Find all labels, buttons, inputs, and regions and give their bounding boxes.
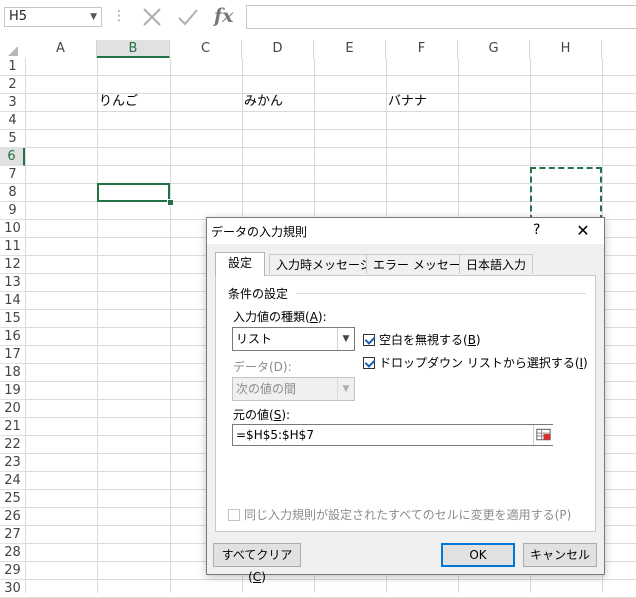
row-header-30[interactable]: 30 [0, 580, 25, 598]
row-header-10[interactable]: 10 [0, 220, 25, 238]
cell-b3[interactable]: りんご [99, 94, 138, 110]
name-box[interactable]: H5 ▼ [4, 7, 102, 27]
row-header-20[interactable]: 20 [0, 400, 25, 418]
cancel-icon[interactable] [139, 4, 165, 30]
in-cell-dropdown-checkbox[interactable]: ドロップダウン リストから選択する(I) [363, 354, 588, 371]
row-header-1[interactable]: 1 [0, 58, 25, 76]
row-header-19[interactable]: 19 [0, 382, 25, 400]
clear-all-button[interactable]: すべてクリア(C) [213, 543, 301, 584]
row-header-24[interactable]: 24 [0, 472, 25, 490]
range-select-icon[interactable] [533, 425, 553, 445]
row-header-25[interactable]: 25 [0, 490, 25, 508]
checkbox-checked-icon[interactable] [363, 357, 375, 369]
column-header-h[interactable]: H [530, 40, 602, 58]
checkbox-checked-icon[interactable] [363, 334, 375, 346]
apply-to-all-checkbox: 同じ入力規則が設定されたすべてのセルに変更を適用する(P) [228, 506, 571, 523]
row-header-9[interactable]: 9 [0, 202, 25, 220]
chevron-down-icon[interactable]: ▼ [90, 8, 97, 26]
row-header-14[interactable]: 14 [0, 292, 25, 310]
dialog-title: データの入力規則 [211, 225, 308, 239]
row-header-3[interactable]: 3 [0, 94, 25, 112]
column-header-f[interactable]: F [386, 40, 458, 58]
column-header-c[interactable]: C [170, 40, 242, 58]
row-header-6[interactable]: 6 [0, 148, 25, 166]
confirm-icon[interactable] [175, 4, 201, 30]
chevron-down-icon: ▼ [337, 378, 354, 400]
row-header-15[interactable]: 15 [0, 310, 25, 328]
close-button[interactable]: ✕ [569, 220, 597, 242]
row-header-27[interactable]: 27 [0, 526, 25, 544]
row-header-13[interactable]: 13 [0, 274, 25, 292]
dialog-titlebar[interactable]: データの入力規則 ? ✕ [207, 218, 604, 244]
copy-marquee-h5-h7 [530, 167, 602, 221]
name-box-value: H5 [9, 9, 28, 24]
cancel-button[interactable]: キャンセル [523, 543, 597, 567]
allow-label: 入力値の種類(A): [233, 310, 327, 324]
row-header-5[interactable]: 5 [0, 130, 25, 148]
row-header-23[interactable]: 23 [0, 454, 25, 472]
data-value: 次の値の間 [236, 382, 297, 396]
row-header-21[interactable]: 21 [0, 418, 25, 436]
row-header-18[interactable]: 18 [0, 364, 25, 382]
row-header-26[interactable]: 26 [0, 508, 25, 526]
row-header-28[interactable]: 28 [0, 544, 25, 562]
column-header-g[interactable]: G [458, 40, 530, 58]
tab-ime[interactable]: 日本語入力 [459, 254, 534, 274]
select-all-icon[interactable] [8, 46, 18, 56]
ok-button[interactable]: OK [441, 543, 515, 567]
row-header-17[interactable]: 17 [0, 346, 25, 364]
tab-settings[interactable]: 設定 [215, 252, 265, 276]
source-input[interactable]: =$H$5:$H$7 [232, 424, 553, 446]
row-header-11[interactable]: 11 [0, 238, 25, 256]
data-select: 次の値の間 ▼ [232, 377, 355, 401]
group-label: 条件の設定 [228, 287, 289, 301]
settings-panel: 条件の設定 入力値の種類(A): リスト ▼ 空白を無視する(B) ドロップダウ… [215, 275, 596, 532]
formula-input[interactable] [246, 5, 636, 29]
row-header-4[interactable]: 4 [0, 112, 25, 130]
more-options-icon: ⋮ [112, 8, 126, 24]
column-header-e[interactable]: E [314, 40, 386, 58]
data-validation-dialog: データの入力規則 ? ✕ 設定 入力時メッセージ エラー メッセージ 日本語入力… [206, 217, 605, 584]
chevron-down-icon[interactable]: ▼ [337, 328, 354, 350]
cell-d3[interactable]: みかん [244, 94, 283, 110]
tab-input-message[interactable]: 入力時メッセージ [269, 254, 379, 274]
cell-f3[interactable]: バナナ [388, 94, 427, 110]
row-header-12[interactable]: 12 [0, 256, 25, 274]
allow-select[interactable]: リスト ▼ [232, 327, 355, 351]
row-header-8[interactable]: 8 [0, 184, 25, 202]
column-header-b[interactable]: B [97, 40, 170, 58]
row-header-2[interactable]: 2 [0, 76, 25, 94]
column-header-a[interactable]: A [25, 40, 97, 58]
insert-function-icon[interactable]: fx [214, 5, 234, 27]
active-cell-b6[interactable] [97, 183, 170, 202]
source-label: 元の値(S): [233, 408, 291, 422]
help-button[interactable]: ? [533, 222, 540, 238]
row-header-16[interactable]: 16 [0, 328, 25, 346]
fill-handle[interactable] [167, 199, 174, 206]
formula-bar: H5 ▼ ⋮ fx [0, 0, 636, 36]
column-header-d[interactable]: D [242, 40, 314, 58]
row-header-22[interactable]: 22 [0, 436, 25, 454]
row-header-29[interactable]: 29 [0, 562, 25, 580]
row-header-7[interactable]: 7 [0, 166, 25, 184]
data-label: データ(D): [233, 360, 292, 374]
allow-value: リスト [236, 332, 273, 346]
checkbox-unchecked-icon [228, 509, 240, 521]
ignore-blank-checkbox[interactable]: 空白を無視する(B) [363, 331, 481, 348]
